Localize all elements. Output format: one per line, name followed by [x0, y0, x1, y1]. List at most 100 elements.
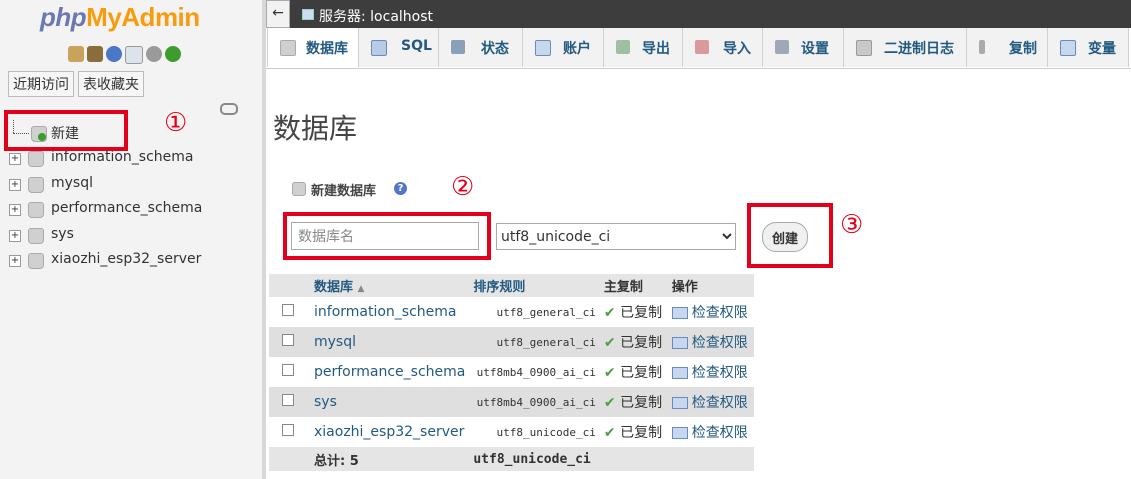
collation-cell: utf8_unicode_ci: [469, 417, 600, 447]
row-checkbox[interactable]: [282, 424, 294, 436]
action-label[interactable]: 检查权限: [692, 365, 748, 381]
sort-icon[interactable]: ▲: [358, 284, 365, 294]
reload-icon[interactable]: [165, 46, 181, 62]
tree-item-db[interactable]: + mysql: [0, 172, 262, 198]
tree-item-db[interactable]: + sys: [0, 223, 262, 249]
replication-cell: ✔ 已复制: [599, 297, 668, 327]
check-privileges-link[interactable]: 检查权限: [667, 357, 754, 387]
page-title: 数据库: [273, 112, 358, 145]
annotation-box-1: [4, 110, 128, 151]
table-row: sys utf8mb4_0900_ai_ci ✔ 已复制 检查权限: [269, 387, 754, 417]
replication-status: 已复制: [620, 395, 663, 411]
expand-icon[interactable]: +: [9, 255, 21, 267]
status-chart-icon: [451, 40, 465, 54]
row-checkbox[interactable]: [282, 334, 294, 346]
tab-status[interactable]: 状态: [438, 28, 523, 67]
check-privileges-link[interactable]: 检查权限: [667, 297, 754, 327]
tab-sql[interactable]: SQL: [358, 28, 439, 67]
tab-import[interactable]: 导入: [682, 28, 763, 67]
tree-item-label[interactable]: information_schema: [51, 149, 194, 165]
database-icon: [28, 151, 44, 167]
expand-icon[interactable]: +: [9, 204, 21, 216]
link-icon[interactable]: [220, 103, 238, 115]
column-header-database[interactable]: 数据库 ▲: [310, 274, 470, 297]
tab-label: 状态: [481, 41, 509, 57]
database-link[interactable]: sys: [310, 387, 470, 417]
help-icon[interactable]: [106, 46, 122, 62]
tab-label: 二进制日志: [884, 41, 954, 57]
annotation-number-1: ①: [164, 108, 188, 138]
new-database-icon: [292, 182, 306, 196]
database-table: 数据库 ▲ 排序规则 主复制 操作 information_schema utf…: [269, 274, 754, 471]
collation-cell: utf8_general_ci: [469, 327, 600, 357]
privileges-icon: [671, 337, 688, 349]
replication-status: 已复制: [620, 425, 663, 441]
expand-icon[interactable]: +: [9, 179, 21, 191]
logout-icon[interactable]: [87, 46, 103, 62]
row-checkbox[interactable]: [282, 364, 294, 376]
tab-binary-log[interactable]: 二进制日志: [843, 28, 967, 67]
recent-tab[interactable]: 近期访问: [8, 71, 74, 97]
tab-label: 设置: [801, 41, 829, 57]
sql-icon: [371, 40, 387, 56]
table-row: mysql utf8_general_ci ✔ 已复制 检查权限: [269, 327, 754, 357]
database-link[interactable]: mysql: [310, 327, 470, 357]
replication-cell: ✔ 已复制: [599, 387, 668, 417]
database-link[interactable]: information_schema: [310, 297, 470, 327]
docs-icon[interactable]: [125, 46, 143, 64]
row-checkbox[interactable]: [282, 394, 294, 406]
row-checkbox[interactable]: [282, 304, 294, 316]
tab-settings[interactable]: 设置: [762, 28, 844, 67]
replication-cell: ✔ 已复制: [599, 357, 668, 387]
action-label[interactable]: 检查权限: [692, 335, 748, 351]
check-privileges-link[interactable]: 检查权限: [667, 387, 754, 417]
tab-export[interactable]: 导出: [603, 28, 683, 67]
database-link[interactable]: performance_schema: [310, 357, 470, 387]
action-label[interactable]: 检查权限: [692, 395, 748, 411]
phpmyadmin-logo[interactable]: phpMyAdmin: [40, 2, 200, 33]
header-label[interactable]: 数据库: [314, 280, 353, 295]
total-label: 总计: 5: [310, 447, 470, 471]
check-privileges-link[interactable]: 检查权限: [667, 327, 754, 357]
check-privileges-link[interactable]: 检查权限: [667, 417, 754, 447]
tab-label: 账户: [563, 41, 591, 57]
server-breadcrumb[interactable]: 服务器: localhost: [319, 6, 433, 26]
privileges-icon: [671, 367, 688, 379]
check-icon: ✔: [603, 305, 616, 321]
gear-icon[interactable]: [146, 46, 162, 62]
home-icon[interactable]: [68, 46, 84, 62]
create-database-label: 新建数据库: [311, 184, 377, 199]
column-header-action: 操作: [667, 274, 754, 297]
tab-variables[interactable]: 变量: [1047, 28, 1129, 67]
tree-item-db[interactable]: + xiaozhi_esp32_server: [0, 248, 262, 274]
panel-resizer[interactable]: [262, 0, 266, 479]
expand-icon[interactable]: +: [9, 230, 21, 242]
tab-label: 复制: [1009, 41, 1037, 57]
privileges-icon: [671, 397, 688, 409]
action-label[interactable]: 检查权限: [692, 425, 748, 441]
favorites-tab[interactable]: 表收藏夹: [78, 71, 144, 97]
logo-my: My: [86, 2, 122, 32]
annotation-box-3: [747, 203, 833, 268]
logo-admin: Admin: [121, 2, 200, 32]
tree-item-db[interactable]: + performance_schema: [0, 197, 262, 223]
database-link[interactable]: xiaozhi_esp32_server: [310, 417, 470, 447]
help-icon[interactable]: ?: [394, 182, 407, 195]
collation-select[interactable]: utf8_unicode_ci: [496, 223, 736, 250]
table-row: performance_schema utf8mb4_0900_ai_ci ✔ …: [269, 357, 754, 387]
tree-item-label[interactable]: xiaozhi_esp32_server: [51, 251, 201, 267]
quick-icons: [68, 46, 181, 64]
tree-item-label[interactable]: performance_schema: [51, 200, 202, 216]
action-label[interactable]: 检查权限: [692, 305, 748, 321]
tree-item-label[interactable]: mysql: [51, 175, 93, 191]
tab-databases[interactable]: 数据库: [267, 28, 359, 67]
column-header-collation[interactable]: 排序规则: [469, 274, 600, 297]
privileges-icon: [671, 427, 688, 439]
collapse-panel-button[interactable]: ←: [266, 0, 290, 28]
column-header-replication: 主复制: [599, 274, 668, 297]
tree-item-label[interactable]: sys: [51, 226, 74, 242]
tab-accounts[interactable]: 账户: [522, 28, 604, 67]
tab-replication[interactable]: 复制: [966, 28, 1048, 67]
database-icon: [28, 253, 44, 269]
expand-icon[interactable]: +: [9, 153, 21, 165]
